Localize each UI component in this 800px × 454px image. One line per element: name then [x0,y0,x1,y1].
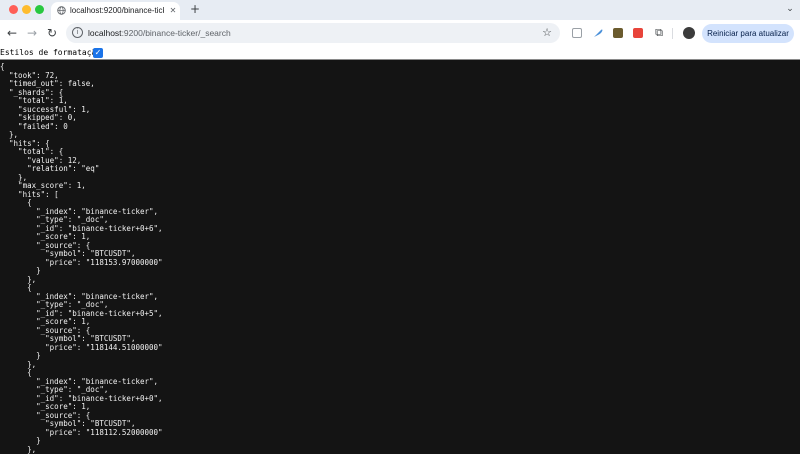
extension-icon[interactable] [633,28,643,38]
page-content: Estilos de formatação ✓ { "took": 72, "t… [0,47,800,454]
toolbar-divider [672,28,673,39]
json-line: "skipped": 0, [0,113,77,122]
reload-button[interactable]: ↻ [45,26,59,40]
json-line: "total": { [0,147,64,156]
json-line: }, [0,444,37,454]
json-line: "_score": 1, [0,317,91,326]
json-line: "took": 72, [0,70,59,80]
json-line: "max_score": 1, [0,181,86,190]
tab-title: localhost:9200/binance-ticke [70,6,164,15]
site-info-icon[interactable]: i [72,27,83,38]
json-line: "_index": "binance-ticker", [0,291,159,301]
forward-button[interactable]: → [25,26,39,40]
json-line: "_id": "binance-ticker+0+5", [0,308,163,318]
json-line: "price": "118112.52000000" [0,427,163,437]
json-line: }, [0,359,37,369]
json-line: } [0,436,41,445]
json-line: "_index": "binance-ticker", [0,376,159,386]
json-line: "price": "118153.97000000" [0,257,163,267]
close-window-button[interactable] [9,5,18,14]
json-response: { "took": 72, "timed_out": false, "_shar… [0,63,800,454]
json-line: { [0,63,5,71]
new-tab-button[interactable]: + [189,3,201,16]
update-button[interactable]: Reiniciar para atualizar [702,24,794,43]
tab-active[interactable]: localhost:9200/binance-ticke ✕ [51,2,180,20]
back-button[interactable]: ← [5,26,19,40]
json-line: "hits": [ [0,189,59,199]
tab-search-chevron-icon[interactable]: ⌄ [784,3,796,16]
json-line: "timed_out": false, [0,79,95,88]
json-line: }, [0,274,37,284]
json-line: "_index": "binance-ticker", [0,206,159,216]
pretty-print-bar: Estilos de formatação ✓ [0,47,800,60]
browser-toolbar: ← → ↻ i localhost:9200/binance-ticker/_s… [0,20,800,47]
json-line: }, [0,130,19,139]
pretty-print-label: Estilos de formatação [0,48,102,57]
maximize-window-button[interactable] [35,5,44,14]
json-line: "_shards": { [0,87,64,97]
json-line: } [0,351,41,360]
json-line: "value": 12, [0,155,82,165]
url-text[interactable]: localhost:9200/binance-ticker/_search [88,27,231,39]
avatar[interactable] [683,27,695,39]
globe-icon [57,6,66,15]
json-line: "relation": "eq" [0,164,100,173]
url-path: :9200/binance-ticker/_search [121,28,231,38]
tab-strip: localhost:9200/binance-ticke ✕ + ⌄ [0,0,800,20]
json-line: "successful": 1, [0,104,91,114]
star-icon[interactable]: ☆ [541,26,553,40]
close-tab-icon[interactable]: ✕ [168,5,178,17]
json-line: "_id": "binance-ticker+0+0", [0,393,163,403]
json-line: "total": 1, [0,96,68,105]
puzzle-icon[interactable]: ⧉ [653,26,665,40]
extension-icon[interactable] [613,28,623,38]
json-line: "_score": 1, [0,232,91,241]
address-bar[interactable]: i localhost:9200/binance-ticker/_search … [66,23,560,43]
extension-icon[interactable] [572,28,582,38]
json-line: "_score": 1, [0,402,91,411]
json-line: "price": "118144.51000000" [0,342,163,352]
url-host: localhost [88,28,122,38]
minimize-window-button[interactable] [22,5,31,14]
feather-extension-icon[interactable] [593,28,603,38]
json-line: "_id": "binance-ticker+0+6", [0,223,163,233]
pretty-print-checkbox[interactable]: ✓ [93,48,103,58]
json-line: "hits": { [0,138,50,148]
json-line: "failed": 0 [0,121,68,131]
json-line: } [0,266,41,275]
json-line: }, [0,172,28,182]
